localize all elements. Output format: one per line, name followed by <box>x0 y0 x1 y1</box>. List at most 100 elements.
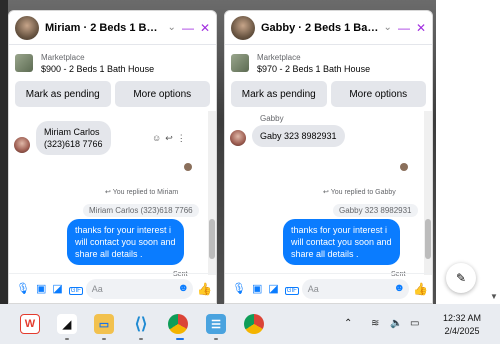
more-icon[interactable]: ⋮ <box>177 133 190 143</box>
sticker-icon[interactable]: ◪ <box>52 282 62 295</box>
sender-avatar <box>230 130 246 146</box>
message-input[interactable]: Aa ☻ <box>85 278 194 299</box>
chat-title[interactable]: Gabby · 2 Beds 1 Bath House <box>261 22 380 34</box>
message-input[interactable]: Aa ☻ <box>301 278 410 299</box>
microphone-icon[interactable]: 🎙 <box>232 282 246 295</box>
sticker-icon[interactable]: ◪ <box>268 282 278 295</box>
reply-note: ↩ You replied to Miriam <box>105 188 178 196</box>
running-indicator <box>65 338 69 340</box>
wps-office-icon[interactable]: W <box>20 314 40 334</box>
quoted-message[interactable]: Gabby 323 8982931 <box>333 204 418 217</box>
wifi-icon[interactable]: ≋ <box>371 318 379 329</box>
reply-icon: ↩ <box>323 189 331 196</box>
emoji-icon[interactable]: ☻ <box>177 282 189 294</box>
vscode-icon[interactable]: ⟨⟩ <box>131 314 151 334</box>
mark-as-pending-button[interactable]: Mark as pending <box>15 81 111 107</box>
reply-icon[interactable]: ↩ <box>165 133 177 143</box>
scroll-thumb[interactable] <box>425 219 431 259</box>
mark-as-pending-button[interactable]: Mark as pending <box>231 81 327 107</box>
reply-note-text: You replied to Gabby <box>330 189 396 196</box>
message-composer[interactable]: 🎙 ▣ ◪ GIF Aa ☻ 👍 <box>9 273 216 303</box>
incoming-line: Gaby 323 8982931 <box>260 131 337 141</box>
minimize-icon[interactable]: — <box>182 21 194 35</box>
listing-source: Marketplace <box>257 52 301 62</box>
reply-note-text: You replied to Miriam <box>112 189 179 196</box>
scrollbar[interactable] <box>424 111 432 275</box>
listing-title[interactable]: $900 - 2 Beds 1 Bath House <box>41 64 154 74</box>
message-input-placeholder: Aa <box>307 283 319 294</box>
listing-thumbnail <box>231 54 249 72</box>
incoming-line: (323)618 7766 <box>44 139 103 149</box>
message-input-placeholder: Aa <box>91 283 103 294</box>
more-options-button[interactable]: More options <box>330 81 426 107</box>
running-indicator <box>214 338 218 340</box>
listing-source: Marketplace <box>41 52 85 62</box>
message-thread[interactable]: Gabby Gaby 323 8982931 ↩ You replied to … <box>225 111 432 278</box>
photo-icon[interactable]: ▣ <box>252 282 262 295</box>
running-indicator <box>139 338 143 340</box>
outgoing-line: will contact you soon and <box>291 237 392 247</box>
chevron-down-icon[interactable]: ⌄ <box>384 22 392 33</box>
notepad-icon[interactable]: ☰ <box>206 314 226 334</box>
chat-title[interactable]: Miriam · 2 Beds 1 Bath House <box>45 22 164 34</box>
outgoing-line: will contact you soon and <box>75 237 176 247</box>
chat-window-miriam[interactable]: Miriam · 2 Beds 1 Bath House ⌄ — ✕ Marke… <box>8 10 217 304</box>
incoming-line: Miriam Carlos <box>44 127 100 137</box>
chrome-icon[interactable] <box>244 314 264 334</box>
like-icon[interactable]: 👍 <box>413 282 428 296</box>
listing-banner[interactable]: Marketplace $900 - 2 Beds 1 Bath House <box>9 45 216 81</box>
desktop-edge <box>0 0 8 304</box>
incoming-message[interactable]: Miriam Carlos (323)618 7766 <box>36 121 111 155</box>
emoji-icon[interactable]: ☻ <box>393 282 405 294</box>
listing-title[interactable]: $970 - 2 Beds 1 Bath House <box>257 64 370 74</box>
active-indicator <box>176 338 184 340</box>
photo-icon[interactable]: ▣ <box>36 282 46 295</box>
running-indicator <box>102 338 106 340</box>
volume-icon[interactable]: 🔈 <box>390 318 402 329</box>
clock-date: 2/4/2025 <box>444 326 480 336</box>
avatar[interactable] <box>231 15 255 40</box>
scroll-thumb[interactable] <box>209 219 215 259</box>
minimize-icon[interactable]: — <box>398 21 410 35</box>
react-icon[interactable]: ☺ <box>152 133 165 143</box>
message-actions[interactable]: ☺↩⋮ <box>152 133 190 144</box>
reply-icon: ↩ <box>105 189 113 196</box>
outgoing-line: share all details . <box>75 249 143 259</box>
chat-header[interactable]: Gabby · 2 Beds 1 Bath House ⌄ — ✕ <box>225 11 432 45</box>
trading-app-icon[interactable]: ◢ <box>57 314 77 334</box>
message-thread[interactable]: Miriam Carlos (323)618 7766 ☺↩⋮ ↩ You re… <box>9 111 216 278</box>
compose-icon[interactable]: ✎ <box>446 263 476 293</box>
gif-icon[interactable]: GIF <box>284 283 299 295</box>
chat-window-gabby[interactable]: Gabby · 2 Beds 1 Bath House ⌄ — ✕ Market… <box>224 10 433 304</box>
close-icon[interactable]: ✕ <box>200 21 210 35</box>
outgoing-line: thanks for your interest i <box>291 225 388 235</box>
listing-banner[interactable]: Marketplace $970 - 2 Beds 1 Bath House <box>225 45 432 81</box>
avatar[interactable] <box>15 15 39 40</box>
sender-name: Gabby <box>260 114 284 123</box>
clock-time: 12:32 AM <box>442 313 482 323</box>
reply-note: ↩ You replied to Gabby <box>323 188 396 196</box>
outgoing-message[interactable]: thanks for your interest i will contact … <box>283 219 400 265</box>
outgoing-message[interactable]: thanks for your interest i will contact … <box>67 219 184 265</box>
chevron-down-icon[interactable]: ⌄ <box>168 22 176 33</box>
incoming-message[interactable]: Gaby 323 8982931 <box>252 125 345 147</box>
read-receipt-avatar <box>400 163 408 171</box>
gif-icon[interactable]: GIF <box>68 283 83 295</box>
page-background <box>436 0 500 304</box>
like-icon[interactable]: 👍 <box>197 282 212 296</box>
file-explorer-icon[interactable]: ▭ <box>94 314 114 334</box>
system-clock[interactable]: 12:32 AM 2/4/2025 <box>438 312 486 338</box>
sender-avatar <box>14 137 30 153</box>
microphone-icon[interactable]: 🎙 <box>16 282 30 295</box>
outgoing-line: thanks for your interest i <box>75 225 172 235</box>
more-options-button[interactable]: More options <box>114 81 210 107</box>
chrome-profile-icon[interactable] <box>168 314 188 334</box>
chevron-up-icon[interactable]: ⌃ <box>344 318 352 329</box>
battery-icon[interactable]: ▭ <box>410 318 419 329</box>
chat-header[interactable]: Miriam · 2 Beds 1 Bath House ⌄ — ✕ <box>9 11 216 45</box>
scrollbar[interactable] <box>208 111 216 275</box>
close-icon[interactable]: ✕ <box>416 21 426 35</box>
message-composer[interactable]: 🎙 ▣ ◪ GIF Aa ☻ 👍 <box>225 273 432 303</box>
chevron-down-icon[interactable]: ▼ <box>490 292 498 301</box>
quoted-message[interactable]: Miriam Carlos (323)618 7766 <box>83 204 199 217</box>
